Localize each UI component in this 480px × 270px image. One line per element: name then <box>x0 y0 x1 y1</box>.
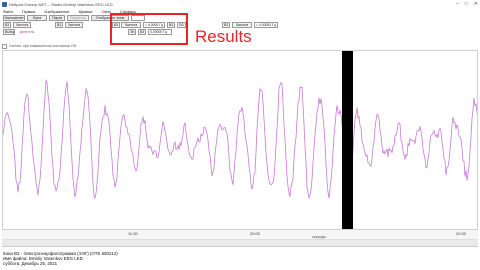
info-date: суббота, Декабрь 25, 2021 <box>3 261 58 266</box>
window-titlebar: Нейрон-Спектр.NET – Studio Dmitriy Vasen… <box>0 0 480 8</box>
maximize-icon[interactable]: □ <box>465 1 468 7</box>
time-axis: 11:30 20:00 20:30 секунды <box>2 230 478 240</box>
markup-button[interactable]: Разметка <box>67 15 89 21</box>
pause-button[interactable]: Пауза <box>49 15 65 21</box>
eeg-trace-svg <box>3 51 477 230</box>
menu-edit[interactable]: Правка <box>22 9 36 14</box>
select-button[interactable]: Выбор <box>3 29 15 35</box>
divider-label: делитель <box>19 30 35 34</box>
menu-bar: Файл Правка Изображение Кривые Окно Спра… <box>0 8 480 15</box>
results-highlight-box <box>110 13 188 45</box>
left-channel-select-2[interactable]: B3 <box>55 22 63 28</box>
eeg-trace <box>3 79 477 200</box>
left-mode-button-2[interactable]: Частота <box>65 22 83 28</box>
horizontal-scrollbar[interactable] <box>2 240 478 247</box>
time-axis-unit: секунды <box>312 235 326 239</box>
zoom-button[interactable]: Лупа <box>27 15 47 21</box>
window-title: Нейрон-Спектр.NET – Studio Dmitriy Vasen… <box>9 1 113 7</box>
status-text: Сигнал: при повышенном состоянии ОФ <box>9 44 77 48</box>
time-tick-2: 20:00 <box>250 231 261 236</box>
recording-info: Кана B3 - Электроэнцефалограмма (ЭЭГ) (О… <box>3 251 303 266</box>
overlay-button[interactable]: Наложение <box>3 15 25 21</box>
left-mode-button[interactable]: Частота <box>13 22 31 28</box>
minimize-icon[interactable]: – <box>456 1 459 7</box>
menu-file[interactable]: Файл <box>3 9 13 14</box>
signal-status-line: Сигнал: при повышенном состоянии ОФ <box>2 42 478 50</box>
time-tick-1: 11:30 <box>128 231 138 236</box>
time-tick-3: 20:30 <box>456 231 467 236</box>
close-icon[interactable]: ✕ <box>474 1 478 7</box>
value-field-r1[interactable]: = 4.00000 Гц <box>254 22 278 28</box>
menu-curves[interactable]: Кривые <box>79 9 93 14</box>
toolbar: Наложение Лупа Пауза Разметка Отобразить… <box>0 15 480 22</box>
time-marker[interactable] <box>342 51 353 230</box>
status-checkbox[interactable] <box>2 43 7 49</box>
left-channel-select[interactable]: B3 <box>3 22 11 28</box>
eeg-plot[interactable] <box>2 50 478 230</box>
app-icon <box>2 1 7 7</box>
menu-image[interactable]: Изображение <box>44 9 69 14</box>
window-controls: – □ ✕ <box>456 1 478 7</box>
